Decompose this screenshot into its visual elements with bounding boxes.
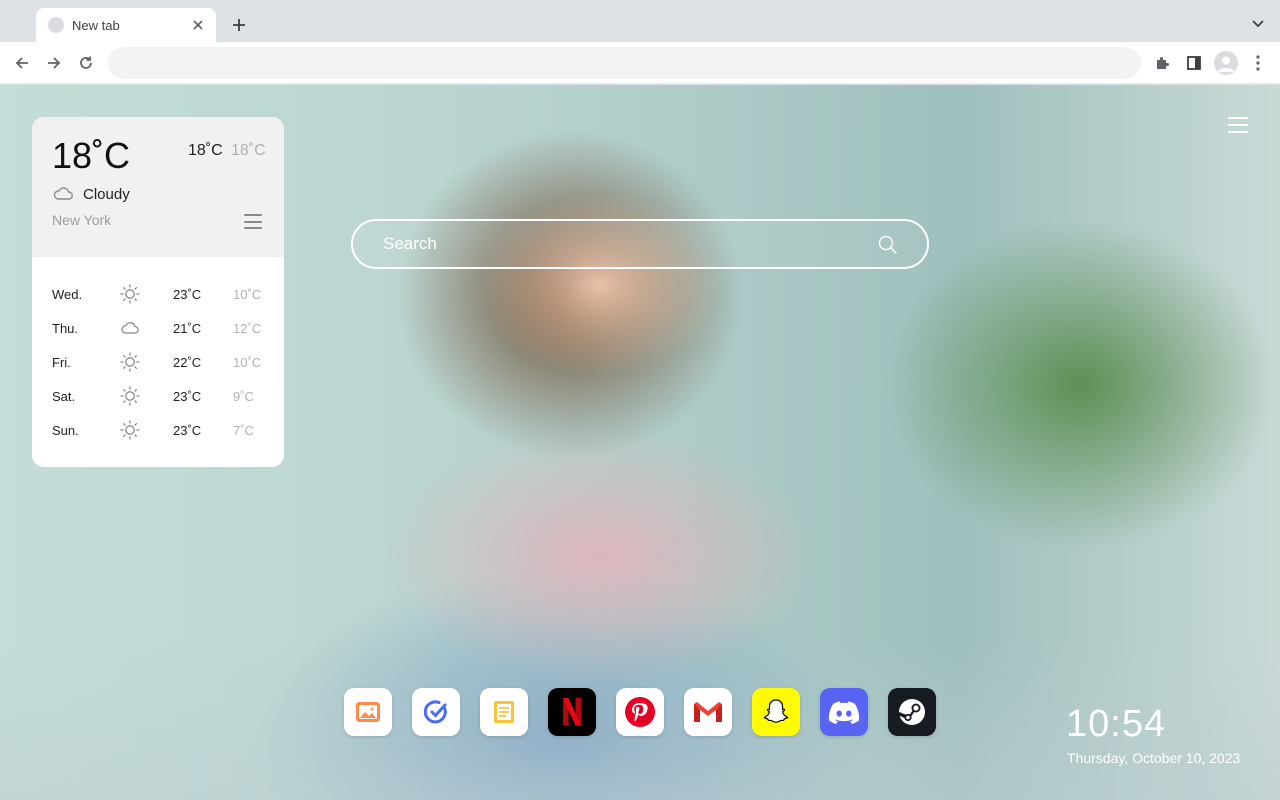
image-icon xyxy=(356,702,380,722)
cloud-icon xyxy=(121,322,139,334)
reload-icon xyxy=(80,56,92,69)
forecast-low: 12˚C xyxy=(233,321,262,336)
list-icon-line xyxy=(244,214,262,216)
forecast-low: 7˚C xyxy=(233,423,254,438)
gmail-icon xyxy=(694,702,722,722)
forecast-day: Sat. xyxy=(52,389,76,404)
favicon-icon xyxy=(48,17,64,33)
tab-title: New tab xyxy=(72,17,120,33)
puzzle-icon xyxy=(1157,57,1169,69)
snapchat-icon xyxy=(763,699,789,723)
search-input[interactable] xyxy=(383,221,873,267)
forecast-day: Sun. xyxy=(52,423,79,438)
arrow-right-icon xyxy=(48,57,61,69)
menu-button[interactable] xyxy=(1246,51,1270,75)
clock-date: Thursday, October 10, 2023 xyxy=(1067,750,1241,766)
arrow-left-icon xyxy=(15,57,28,69)
forecast-high: 23˚C xyxy=(173,287,202,302)
profile-avatar[interactable] xyxy=(1214,51,1238,75)
low-temperature: 18˚C xyxy=(231,142,266,159)
reload-button[interactable] xyxy=(74,51,98,75)
forecast-day: Wed. xyxy=(52,287,83,302)
steam-icon xyxy=(897,699,925,725)
forecast-row: Sun. 23˚C 7˚C xyxy=(32,413,284,447)
forecast-low: 9˚C xyxy=(233,389,254,404)
chevron-down-icon xyxy=(1252,20,1264,28)
address-bar[interactable] xyxy=(108,47,1141,79)
app-notes[interactable] xyxy=(480,688,528,736)
tab-strip: New tab xyxy=(0,0,1280,42)
forecast-day: Fri. xyxy=(52,355,71,370)
page-menu-button[interactable] xyxy=(1228,117,1248,133)
check-circle-icon xyxy=(423,700,447,724)
weather-condition: Cloudy xyxy=(83,186,130,203)
pinterest-icon xyxy=(625,697,655,727)
discord-icon xyxy=(828,701,860,724)
app-tasks[interactable] xyxy=(412,688,460,736)
new-tab-button[interactable] xyxy=(228,14,250,36)
tab-search-button[interactable] xyxy=(1248,14,1268,34)
menu-icon-line xyxy=(1228,131,1248,133)
close-icon[interactable] xyxy=(190,17,206,33)
menu-icon-line xyxy=(1228,124,1248,126)
forecast-high: 21˚C xyxy=(173,321,202,336)
app-photos[interactable] xyxy=(344,688,392,736)
sun-icon xyxy=(120,284,140,304)
extensions-button[interactable] xyxy=(1150,51,1174,75)
forecast-day: Thu. xyxy=(52,321,79,336)
sun-icon xyxy=(120,420,140,440)
new-tab-page: 18˚C 18˚C 18˚C Cloudy New York Wed. 23˚C… xyxy=(0,85,1280,800)
app-pinterest[interactable] xyxy=(616,688,664,736)
forecast-high: 22˚C xyxy=(173,355,202,370)
forecast-high: 23˚C xyxy=(173,423,202,438)
forecast-row: Thu. 21˚C 12˚C xyxy=(32,311,284,345)
high-temperature: 18˚C xyxy=(188,142,223,159)
list-icon-line xyxy=(244,220,262,223)
weather-list-button[interactable] xyxy=(244,214,262,229)
browser-toolbar xyxy=(0,42,1280,84)
plus-icon xyxy=(233,19,245,31)
menu-icon-line xyxy=(1228,117,1248,119)
cloud-icon xyxy=(53,187,73,200)
list-icon-line xyxy=(244,227,262,229)
tab-new-tab[interactable]: New tab xyxy=(36,8,216,42)
kebab-icon xyxy=(1256,55,1260,71)
weather-widget: 18˚C 18˚C 18˚C Cloudy New York Wed. 23˚C… xyxy=(32,117,284,467)
forecast-low: 10˚C xyxy=(233,355,262,370)
search-box xyxy=(351,219,929,269)
weather-location: New York xyxy=(52,212,112,228)
sun-icon xyxy=(120,352,140,372)
current-temperature: 18˚C xyxy=(52,135,131,176)
netflix-icon xyxy=(563,698,581,726)
search-icon[interactable] xyxy=(877,234,899,256)
weather-current: 18˚C 18˚C 18˚C Cloudy New York xyxy=(32,117,284,257)
sun-icon xyxy=(120,386,140,406)
forward-button[interactable] xyxy=(42,51,66,75)
app-snapchat[interactable] xyxy=(752,688,800,736)
notes-icon xyxy=(494,701,514,723)
app-netflix[interactable] xyxy=(548,688,596,736)
side-panel-icon xyxy=(1187,56,1201,70)
forecast-high: 23˚C xyxy=(173,389,202,404)
forecast-row: Fri. 22˚C 10˚C xyxy=(32,345,284,379)
clock-time: 10:54 xyxy=(1066,703,1167,745)
forecast-low: 10˚C xyxy=(233,287,262,302)
app-steam[interactable] xyxy=(888,688,936,736)
forecast-row: Wed. 23˚C 10˚C xyxy=(32,277,284,311)
back-button[interactable] xyxy=(10,51,34,75)
user-icon xyxy=(1218,56,1234,72)
app-gmail[interactable] xyxy=(684,688,732,736)
side-panel-button[interactable] xyxy=(1182,51,1206,75)
app-discord[interactable] xyxy=(820,688,868,736)
forecast-row: Sat. 23˚C 9˚C xyxy=(32,379,284,413)
